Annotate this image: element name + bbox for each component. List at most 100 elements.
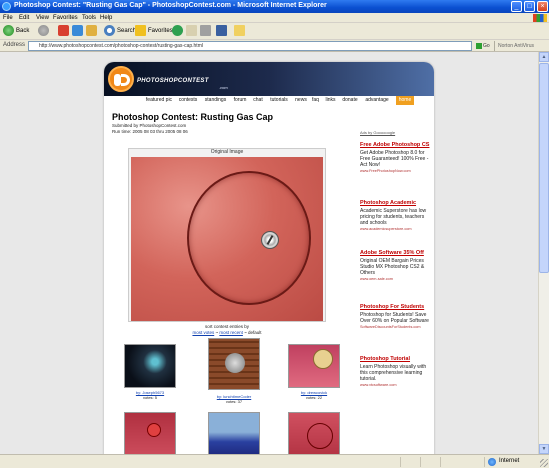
internet-explorer-icon (2, 2, 11, 11)
sort-default: default (248, 330, 262, 335)
entry-caption: by: Joseph5673 votes: 5 (118, 390, 182, 400)
ad-title[interactable]: Photoshop For Students (360, 304, 430, 311)
photoshopcontest-logo-icon[interactable] (108, 66, 134, 92)
status-zone-text: Internet (499, 458, 520, 464)
ad-url[interactable]: www.oem-sale.com (360, 277, 430, 281)
menu-edit[interactable]: Edit (19, 15, 29, 21)
scroll-down-arrow-icon[interactable]: ▼ (539, 444, 549, 454)
forward-arrow-icon (38, 25, 49, 36)
history-button[interactable] (172, 25, 185, 38)
menu-help[interactable]: Help (100, 15, 112, 21)
edit-button[interactable] (216, 25, 229, 38)
ad-item: Photoshop Academic Academic Superstore h… (360, 200, 430, 231)
site-logo-sub: .com (219, 85, 228, 90)
ads-by-google-label[interactable]: Ads by Goooooogle (360, 130, 395, 135)
gas-cap-door (187, 171, 311, 305)
sort-most-votes[interactable]: most votes (192, 330, 214, 335)
maximize-button[interactable]: □ (524, 1, 535, 12)
nav-advantage[interactable]: advantage (362, 96, 392, 105)
entry-caption: by: drewcovick votes: 22 (282, 390, 346, 400)
print-button[interactable] (200, 25, 213, 38)
nav-tutorials[interactable]: tutorials (267, 96, 291, 105)
window-title: Photoshop Contest: "Rusting Gas Cap" - P… (14, 2, 327, 9)
vertical-scrollbar[interactable]: ▲ ▼ (538, 52, 549, 454)
favorites-button[interactable]: Favorites (135, 25, 173, 38)
nav-chat[interactable]: chat (251, 96, 265, 105)
history-icon (172, 25, 183, 36)
internet-globe-icon (488, 458, 496, 466)
status-bar: Internet (0, 454, 549, 468)
norton-antivirus-toolbar[interactable]: Norton AntiVirus (494, 41, 547, 51)
back-button[interactable]: Back (3, 25, 29, 38)
ad-url[interactable]: www.vtcsoftware.com (360, 383, 430, 387)
entry-thumbnail[interactable] (208, 338, 260, 390)
gas-cap-lock (261, 231, 279, 249)
ad-title[interactable]: Photoshop Tutorial (360, 356, 430, 363)
sort-options: most votes ~ most recent ~ default (192, 330, 262, 335)
ad-body: Photoshop for Students! Save Over 60% on… (360, 312, 429, 324)
status-pane (420, 457, 440, 467)
close-button[interactable]: × (537, 1, 548, 12)
contest-submitted-by: Submitted by PhotoshopContest.com (112, 123, 187, 128)
nav-news[interactable]: news (293, 96, 309, 105)
menu-view[interactable]: View (36, 15, 49, 21)
menu-file[interactable]: File (3, 15, 13, 21)
home-button[interactable] (86, 25, 99, 38)
ad-url[interactable]: www.FreePhotoshopNow.com (360, 169, 430, 173)
nav-home[interactable]: home (396, 96, 414, 105)
nav-links[interactable]: links (323, 96, 338, 105)
star-icon (135, 25, 146, 36)
sort-label: sort contest entries by (204, 324, 250, 329)
nav-standings[interactable]: standings (202, 96, 229, 105)
entry-thumbnail[interactable] (124, 344, 176, 388)
ad-title[interactable]: Adobe Software 35% Off (360, 250, 430, 257)
refresh-button[interactable] (72, 25, 85, 38)
stop-button[interactable] (58, 25, 71, 38)
ad-title[interactable]: Photoshop Academic (360, 200, 430, 207)
forward-button[interactable] (38, 25, 51, 38)
sort-most-recent[interactable]: most recent (219, 330, 243, 335)
menu-favorites[interactable]: Favorites (53, 15, 78, 21)
mail-button[interactable] (186, 25, 199, 38)
ad-url[interactable]: www.academicsuperstore.com (360, 227, 430, 231)
toolbar: Back Search Favorites (0, 23, 549, 40)
folder-button[interactable] (234, 25, 247, 38)
nav-featured-pic[interactable]: featured pic (144, 96, 174, 105)
nav-contests[interactable]: contests (176, 96, 200, 105)
search-button[interactable]: Search (104, 25, 136, 38)
original-image-gas-cap[interactable] (131, 157, 323, 321)
menu-tools[interactable]: Tools (82, 15, 96, 21)
back-arrow-icon (3, 25, 14, 36)
scrollbar-thumb[interactable] (539, 63, 549, 273)
entry-thumbnail[interactable] (124, 412, 176, 454)
ad-url[interactable]: SoftwareDiscountsForStudents.com (360, 325, 430, 329)
status-pane (440, 457, 460, 467)
entry-votes: votes: 37 (225, 399, 243, 404)
site-header: PHOTOSHOPCONTEST .com (104, 62, 434, 96)
nav-donate[interactable]: donate (340, 96, 360, 105)
ad-title[interactable]: Free Adobe Photoshop CS (360, 142, 430, 149)
contest-run-time: Run time: 2005 08 03 thru 2005 08 06 (112, 129, 188, 134)
refresh-icon (72, 25, 83, 36)
search-icon (104, 25, 115, 36)
address-label: Address (3, 42, 26, 48)
entry-thumbnail[interactable] (288, 344, 340, 388)
original-image-label: Original Image (210, 149, 244, 155)
nav-forum[interactable]: forum (231, 96, 249, 105)
entry-thumbnail[interactable] (288, 412, 340, 454)
scroll-up-arrow-icon[interactable]: ▲ (539, 52, 549, 62)
entry-thumbnail[interactable] (208, 412, 260, 454)
address-input[interactable]: http://www.photoshopcontest.com/photosho… (28, 41, 472, 51)
resize-grip-icon[interactable] (540, 459, 548, 467)
entry-votes: votes: 22 (305, 395, 323, 400)
window-titlebar: Photoshop Contest: "Rusting Gas Cap" - P… (0, 0, 549, 13)
menu-bar: File Edit View Favorites Tools Help (0, 13, 549, 23)
site-logo-text[interactable]: PHOTOSHOPCONTEST (137, 78, 209, 84)
entry-caption: by: lunchtimeCoder votes: 37 (202, 394, 266, 404)
contest-title: Photoshop Contest: Rusting Gas Cap (112, 112, 273, 122)
minimize-button[interactable]: _ (511, 1, 522, 12)
go-button[interactable]: Go (476, 41, 490, 51)
ad-body: Learn Photoshop visually with this compr… (360, 364, 427, 382)
ad-body: Get Adobe Photoshop 8.0 for Free Guarant… (360, 150, 429, 168)
nav-faq[interactable]: faq (310, 96, 321, 105)
